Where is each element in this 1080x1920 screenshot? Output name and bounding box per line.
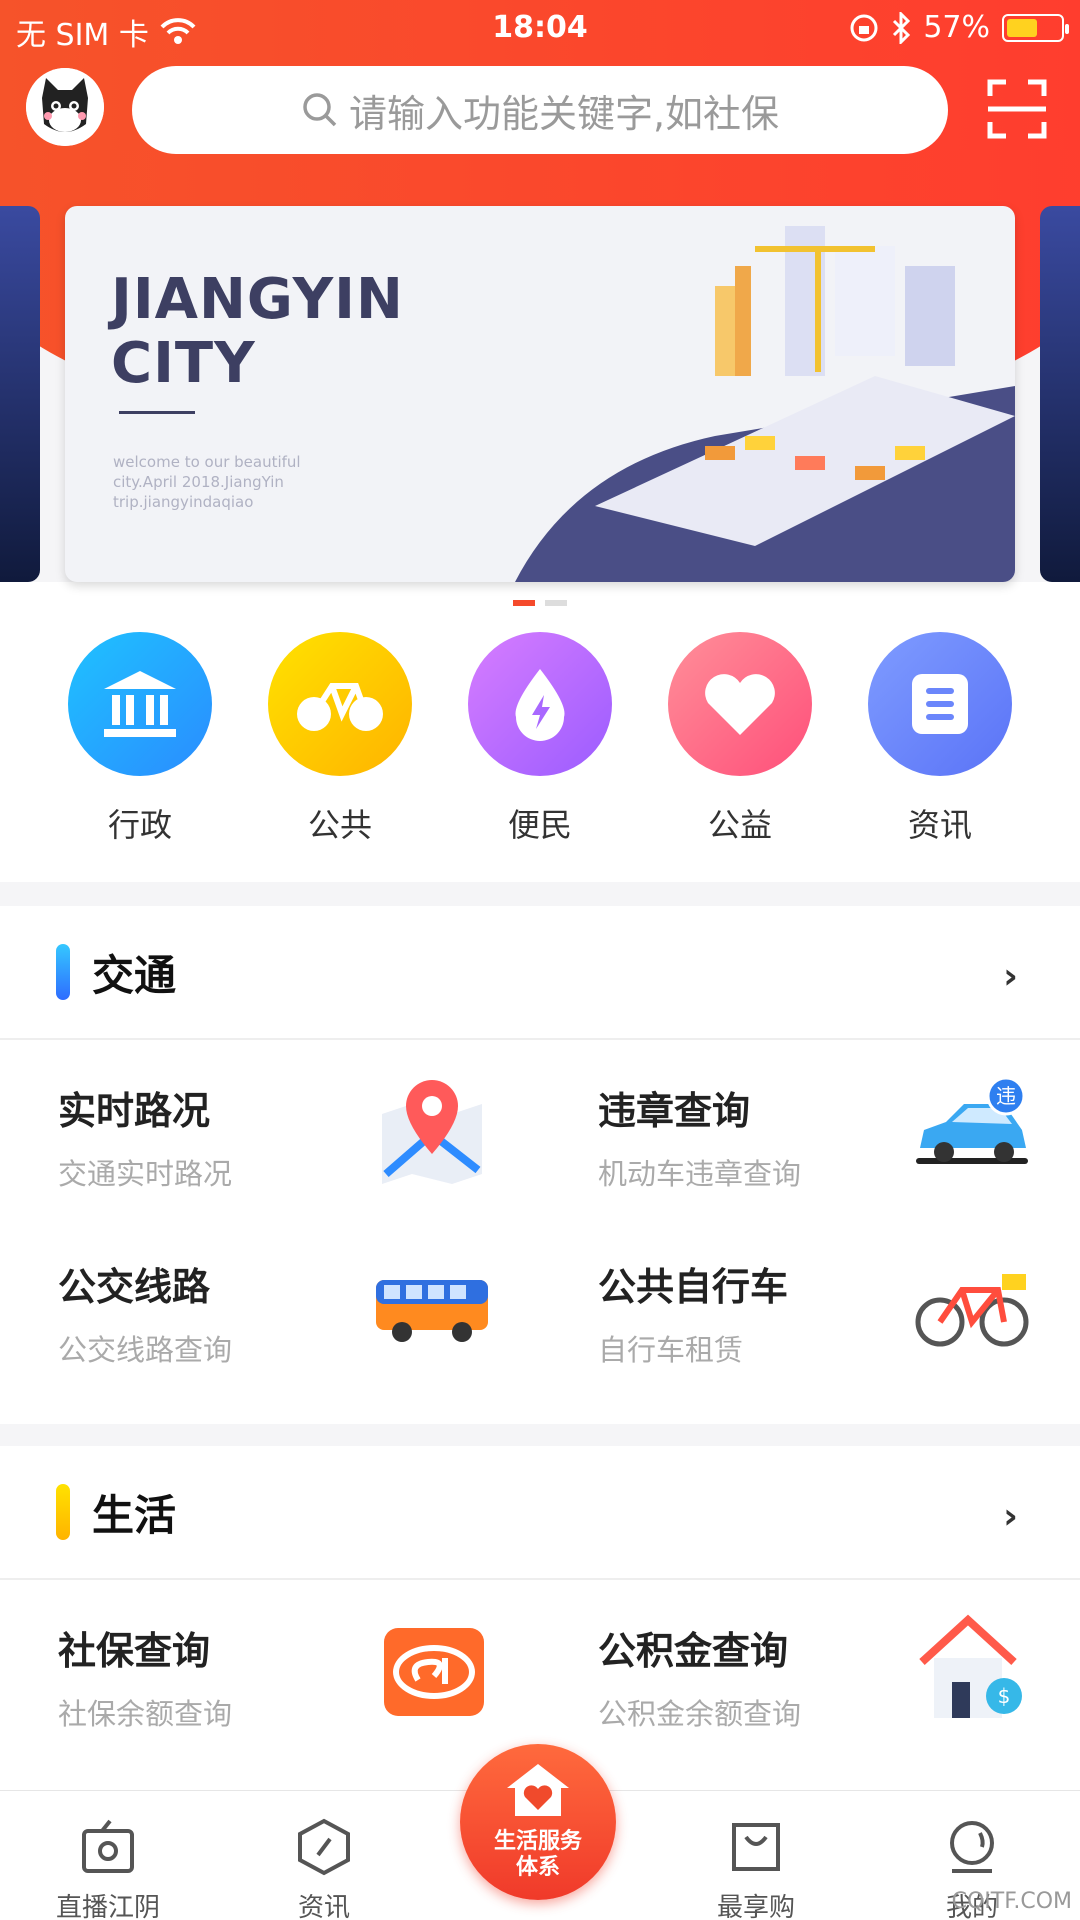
banner-subtitle: welcome to our beautiful city.April 2018… bbox=[113, 453, 301, 511]
search-bar[interactable]: 请输入功能关键字,如社保 bbox=[132, 66, 948, 154]
watermark: CQITF.COM bbox=[951, 1889, 1072, 1914]
map-pin-icon bbox=[382, 1080, 482, 1184]
svg-text:$: $ bbox=[998, 1684, 1011, 1708]
scan-icon[interactable] bbox=[986, 78, 1048, 140]
category-convenience[interactable]: 便民 bbox=[465, 632, 615, 846]
tab-shopping[interactable]: 最享购 bbox=[648, 1791, 864, 1920]
traffic-section-header[interactable]: 交通 › bbox=[0, 906, 1080, 1040]
traffic-section: 交通 › 实时路况 交通实时路况 违章查询 机动车违章查询 违 公交线路 公交线… bbox=[0, 906, 1080, 1424]
home-heart-icon bbox=[507, 1764, 569, 1816]
life-service-line2: 体系 bbox=[515, 1855, 560, 1880]
banner-prev-slide[interactable] bbox=[0, 206, 40, 582]
carousel-dot bbox=[545, 600, 567, 606]
car-icon: 违 bbox=[916, 1076, 1028, 1164]
compass-icon bbox=[298, 1818, 350, 1876]
city-illustration bbox=[515, 226, 1015, 582]
bluetooth-icon bbox=[893, 11, 911, 44]
carousel-indicator bbox=[0, 600, 1080, 606]
search-placeholder: 请输入功能关键字,如社保 bbox=[348, 91, 780, 136]
category-public-circle bbox=[268, 632, 412, 776]
profile-icon bbox=[950, 1821, 994, 1873]
tab-news[interactable]: 资讯 bbox=[216, 1791, 432, 1920]
housing-fund-item[interactable]: 公积金查询 公积金余额查询 $ bbox=[540, 1580, 1080, 1756]
carousel-dot-active bbox=[513, 600, 535, 606]
violation-query-item[interactable]: 违章查询 机动车违章查询 违 bbox=[540, 1040, 1080, 1216]
category-administration[interactable]: 行政 bbox=[65, 632, 215, 846]
category-public-label: 公共 bbox=[307, 806, 372, 844]
realtime-traffic-item[interactable]: 实时路况 交通实时路况 bbox=[0, 1040, 540, 1216]
bus-icon bbox=[376, 1280, 488, 1342]
tab-live-jiangyin[interactable]: 直播江阴 bbox=[0, 1791, 216, 1920]
category-public[interactable]: 公共 bbox=[265, 632, 415, 846]
live-tv-icon bbox=[82, 1819, 134, 1873]
chevron-right-icon[interactable]: › bbox=[1003, 956, 1018, 997]
banner-title: JIANGYIN CITY bbox=[111, 267, 404, 396]
quick-categories: 行政 公共 便民 公益 资讯 bbox=[0, 632, 1080, 846]
tab-label: 最享购 bbox=[716, 1893, 795, 1920]
banner-carousel[interactable]: JIANGYIN CITY welcome to our beautiful c… bbox=[65, 206, 1015, 582]
heart-icon bbox=[705, 674, 775, 735]
category-charity[interactable]: 公益 bbox=[665, 632, 815, 846]
category-convenience-label: 便民 bbox=[507, 806, 572, 844]
category-news-circle bbox=[868, 632, 1012, 776]
public-bike-item[interactable]: 公共自行车 自行车租赁 bbox=[540, 1216, 1080, 1392]
rotation-lock-icon bbox=[850, 14, 878, 41]
section-accent-bar bbox=[56, 1484, 70, 1540]
banner-next-slide[interactable] bbox=[1040, 206, 1080, 582]
battery-percent: 57% bbox=[923, 10, 990, 45]
bicycle-icon bbox=[915, 1274, 1029, 1347]
bus-route-item[interactable]: 公交线路 公交线路查询 bbox=[0, 1216, 540, 1392]
government-building-icon bbox=[104, 671, 176, 737]
bicycle-icon bbox=[297, 683, 383, 731]
battery-icon bbox=[1002, 13, 1069, 42]
category-news-label: 资讯 bbox=[907, 806, 972, 844]
section-title: 交通 bbox=[92, 950, 177, 1000]
cat-avatar-icon bbox=[26, 68, 104, 146]
life-service-button[interactable]: 生活服务 体系 bbox=[460, 1744, 616, 1900]
chevron-right-icon[interactable]: › bbox=[1003, 1496, 1018, 1537]
category-charity-circle bbox=[668, 632, 812, 776]
category-news[interactable]: 资讯 bbox=[865, 632, 1015, 846]
section-accent-bar bbox=[56, 944, 70, 1000]
section-title: 生活 bbox=[92, 1490, 177, 1540]
social-security-item[interactable]: 社保查询 社保余额查询 bbox=[0, 1580, 540, 1756]
shopping-bag-icon bbox=[732, 1823, 780, 1871]
document-list-icon bbox=[912, 674, 968, 734]
avatar[interactable] bbox=[26, 68, 104, 146]
category-charity-label: 公益 bbox=[707, 806, 772, 844]
violation-badge: 违 bbox=[996, 1084, 1016, 1108]
category-administration-circle bbox=[68, 632, 212, 776]
category-convenience-circle bbox=[468, 632, 612, 776]
category-administration-label: 行政 bbox=[107, 806, 172, 844]
tab-label: 资讯 bbox=[297, 1893, 350, 1920]
tab-label: 直播江阴 bbox=[55, 1893, 160, 1920]
life-section-header[interactable]: 生活 › bbox=[0, 1446, 1080, 1580]
banner-divider bbox=[119, 411, 195, 414]
water-drop-icon bbox=[515, 669, 565, 741]
status-bar: 无 SIM 卡 18:04 57% bbox=[0, 0, 1080, 56]
social-security-logo-icon bbox=[384, 1628, 484, 1716]
search-icon bbox=[303, 93, 337, 127]
life-section: 生活 › 社保查询 社保余额查询 公积金查询 公积金余额查询 $ bbox=[0, 1446, 1080, 1790]
house-fund-icon: $ bbox=[919, 1614, 1022, 1718]
life-service-line1: 生活服务 bbox=[493, 1829, 582, 1854]
